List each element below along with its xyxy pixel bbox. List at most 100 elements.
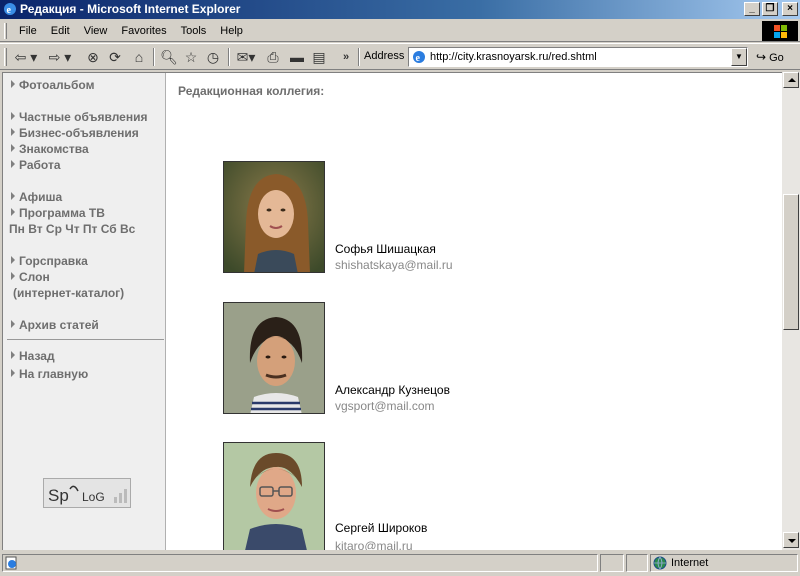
- editor-name: Сергей Широков: [335, 521, 428, 535]
- sidebar: Фотоальбом Частные объявления Бизнес-объ…: [3, 73, 166, 550]
- status-panel: [626, 554, 648, 572]
- stop-icon[interactable]: ⊗: [84, 48, 102, 66]
- bullet-icon: [11, 192, 15, 200]
- spylog-logo-icon: Sp LoG: [48, 485, 127, 505]
- sidebar-item-private-ads[interactable]: Частные объявления: [11, 109, 147, 125]
- sidebar-item-jobs[interactable]: Работа: [11, 157, 61, 173]
- editor-photo: [223, 302, 325, 414]
- menu-view[interactable]: View: [77, 24, 115, 38]
- sidebar-divider: [7, 339, 164, 340]
- menu-tools[interactable]: Tools: [174, 24, 214, 38]
- sidebar-item-label: Слон: [19, 270, 50, 284]
- discuss-icon[interactable]: ▤: [310, 48, 328, 66]
- go-arrow-icon: ↪: [756, 50, 767, 64]
- back-button[interactable]: ⇦ ▾: [12, 48, 40, 66]
- security-zone-panel: Internet: [650, 554, 798, 572]
- go-button[interactable]: ↪ Go: [756, 50, 784, 64]
- mail-icon[interactable]: ✉▾: [234, 48, 258, 66]
- menu-grip[interactable]: [4, 23, 7, 39]
- scroll-up-button[interactable]: [783, 72, 799, 88]
- title-bar: e Редакция - Microsoft Internet Explorer…: [0, 0, 800, 19]
- sidebar-item-back[interactable]: Назад: [11, 348, 55, 364]
- editor-photo: [223, 161, 325, 273]
- editor-card: Сергей Широков kitaro@mail.ru: [223, 442, 623, 550]
- windows-logo-icon: [762, 21, 798, 41]
- svg-text:LoG: LoG: [82, 490, 105, 504]
- bullet-icon: [11, 128, 15, 136]
- browser-window: e Редакция - Microsoft Internet Explorer…: [0, 0, 800, 576]
- editor-photo: [223, 442, 325, 550]
- sidebar-item-label: Фотоальбом: [19, 78, 95, 92]
- sidebar-item-label: Архив статей: [19, 318, 99, 332]
- sidebar-item-home[interactable]: На главную: [11, 366, 88, 382]
- bullet-icon: [11, 369, 15, 377]
- sidebar-item-label: Знакомства: [19, 142, 89, 156]
- bullet-icon: [11, 208, 15, 216]
- tv-days-links[interactable]: Пн Вт Ср Чт Пт Сб Вс: [9, 221, 135, 237]
- favorites-icon[interactable]: ☆: [182, 48, 200, 66]
- sidebar-item-city-directory[interactable]: Горсправка: [11, 253, 88, 269]
- spylog-counter-logo[interactable]: Sp LoG: [43, 478, 131, 508]
- menu-bar: File Edit View Favorites Tools Help: [0, 20, 800, 42]
- page-status-icon: [5, 556, 17, 570]
- main-content: Редакционная коллегия: Софья Шишацкая sh…: [167, 73, 779, 550]
- sidebar-item-label: Горсправка: [19, 254, 88, 268]
- minimize-button[interactable]: _: [744, 2, 760, 16]
- menu-file[interactable]: File: [12, 24, 44, 38]
- history-icon[interactable]: ◷: [204, 48, 222, 66]
- page-icon: e: [413, 51, 425, 64]
- ie-logo-icon: e: [4, 3, 16, 16]
- address-dropdown-icon[interactable]: ▼: [731, 48, 747, 66]
- bullet-icon: [11, 272, 15, 280]
- sidebar-item-label: Работа: [19, 158, 61, 172]
- svg-text:e: e: [7, 5, 12, 16]
- zone-label: Internet: [671, 557, 709, 569]
- catalog-note[interactable]: (интернет-каталог): [13, 285, 124, 301]
- url-text[interactable]: http://city.krasnoyarsk.ru/red.shtml: [430, 51, 597, 63]
- close-button[interactable]: ×: [782, 2, 798, 16]
- bullet-icon: [11, 256, 15, 264]
- maximize-button[interactable]: ❐: [762, 2, 778, 16]
- address-bar[interactable]: e http://city.krasnoyarsk.ru/red.shtml ▼: [408, 47, 748, 67]
- bullet-icon: [11, 112, 15, 120]
- editor-card: Александр Кузнецов vgsport@mail.com: [223, 302, 623, 414]
- sidebar-item-photoalbum[interactable]: Фотоальбом: [11, 77, 94, 93]
- globe-icon: [653, 556, 667, 570]
- toolbar-grip[interactable]: [4, 48, 7, 66]
- sidebar-item-business-ads[interactable]: Бизнес-объявления: [11, 125, 139, 141]
- menu-favorites[interactable]: Favorites: [114, 24, 173, 38]
- arrow-down-icon: [788, 539, 796, 543]
- sidebar-item-archive[interactable]: Архив статей: [11, 317, 99, 333]
- sidebar-item-label: Частные объявления: [19, 110, 148, 124]
- status-panel: [600, 554, 624, 572]
- sidebar-item-afisha[interactable]: Афиша: [11, 189, 62, 205]
- sidebar-item-slon[interactable]: Слон: [11, 269, 50, 285]
- sidebar-item-label: На главную: [19, 367, 89, 381]
- sidebar-item-label: Назад: [19, 349, 55, 363]
- go-label: Go: [769, 52, 784, 64]
- sidebar-item-dating[interactable]: Знакомства: [11, 141, 89, 157]
- editor-email[interactable]: vgsport@mail.com: [335, 399, 435, 413]
- editor-email[interactable]: shishatskaya@mail.ru: [335, 258, 453, 272]
- search-icon[interactable]: 🔍︎: [160, 48, 178, 66]
- toolbar-overflow-icon[interactable]: »: [340, 48, 352, 66]
- toolbar: ⇦ ▾ ⇨ ▾ ⊗ ⟳ ⌂ 🔍︎ ☆ ◷ ✉▾ ⎙ ▬ ▤ » Address …: [0, 43, 800, 70]
- page-viewport: Фотоальбом Частные объявления Бизнес-объ…: [2, 72, 782, 550]
- bullet-icon: [11, 144, 15, 152]
- scroll-down-button[interactable]: [783, 532, 799, 548]
- menu-edit[interactable]: Edit: [44, 24, 77, 38]
- vertical-scrollbar[interactable]: [782, 72, 800, 550]
- edit-icon[interactable]: ▬: [288, 48, 306, 66]
- bullet-icon: [11, 80, 15, 88]
- print-icon[interactable]: ⎙: [264, 48, 282, 66]
- refresh-icon[interactable]: ⟳: [106, 48, 124, 66]
- scroll-thumb[interactable]: [783, 194, 799, 330]
- forward-button[interactable]: ⇨ ▾: [46, 48, 74, 66]
- window-title: Редакция - Microsoft Internet Explorer: [20, 2, 241, 16]
- menu-help[interactable]: Help: [213, 24, 250, 38]
- home-icon[interactable]: ⌂: [130, 48, 148, 66]
- bullet-icon: [11, 320, 15, 328]
- bullet-icon: [11, 160, 15, 168]
- editor-email[interactable]: kitaro@mail.ru: [335, 539, 413, 550]
- sidebar-item-tv-program[interactable]: Программа ТВ: [11, 205, 105, 221]
